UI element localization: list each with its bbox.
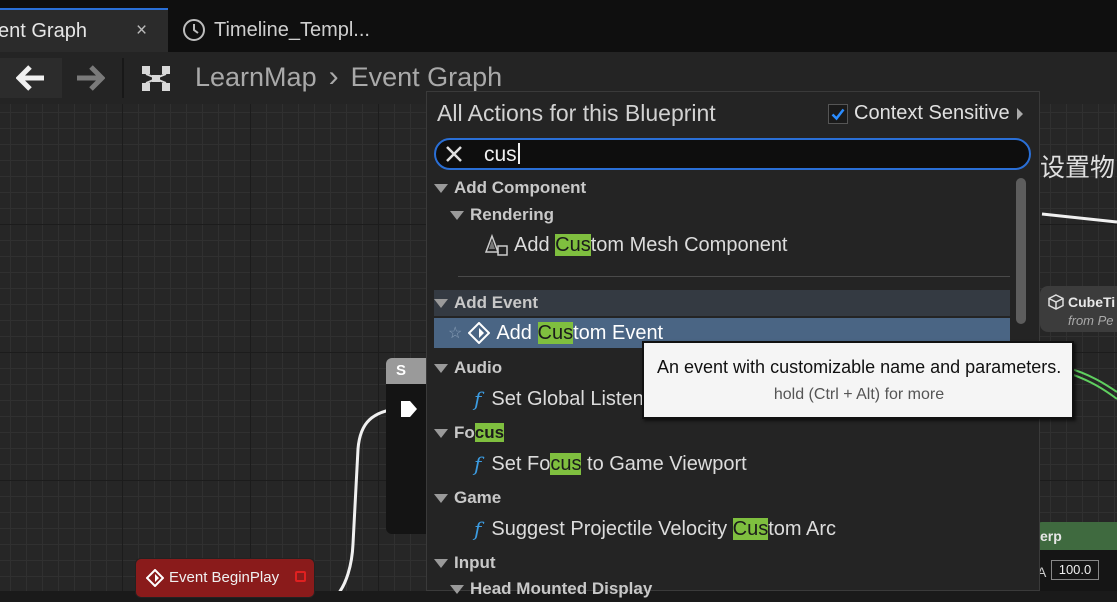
context-sensitive-label: Context Sensitive — [854, 102, 1010, 124]
category-label: Input — [454, 553, 496, 572]
toolbar-divider — [122, 58, 124, 98]
clear-search-icon[interactable] — [445, 145, 463, 163]
item-label: Add Custom Mesh Component — [514, 233, 788, 256]
expand-triangle-icon — [450, 210, 464, 220]
subcategory-rendering[interactable]: Rendering — [434, 202, 1026, 228]
expand-triangle-icon — [434, 428, 448, 438]
context-sensitive-toggle[interactable]: Context Sensitive — [828, 102, 1024, 125]
hierarchy-icon — [142, 66, 170, 91]
category-input[interactable]: Input — [434, 550, 1010, 576]
category-label: Rendering — [470, 205, 555, 224]
expand-triangle-icon — [434, 493, 448, 503]
cube-node[interactable]: CubeTi from Pe — [1040, 286, 1117, 332]
tooltip: An event with customizable name and para… — [642, 341, 1074, 419]
category-label: Audio — [454, 358, 503, 377]
list-item[interactable]: Add Custom Mesh Component — [434, 232, 1060, 258]
list-item[interactable]: f Suggest Projectile Velocity Custom Arc — [434, 516, 1050, 542]
tab-label: ent Graph — [0, 20, 87, 42]
separator — [458, 276, 1010, 277]
function-icon: f — [474, 452, 482, 476]
event-icon — [146, 569, 164, 587]
lerp-node-body: A 100.0 — [1036, 550, 1117, 591]
item-label: Set Focus to Game Viewport — [491, 452, 747, 475]
category-game[interactable]: Game — [434, 485, 1010, 511]
search-input[interactable]: cus — [434, 138, 1031, 170]
function-icon: f — [474, 517, 482, 541]
breadcrumb-event-graph[interactable]: Event Graph — [351, 62, 503, 93]
function-icon: f — [474, 387, 482, 411]
breadcrumb-learnmap[interactable]: LearnMap — [195, 62, 317, 93]
expand-triangle-icon — [434, 558, 448, 568]
node-title: S — [396, 362, 407, 379]
node-subtitle: from Pe — [1068, 313, 1114, 328]
search-value: cus — [484, 143, 520, 167]
category-label: Game — [454, 488, 502, 507]
clock-icon — [183, 19, 205, 41]
delegate-pin-icon[interactable] — [295, 571, 306, 582]
star-icon[interactable]: ☆ — [448, 323, 462, 343]
category-label: Add Event — [454, 293, 539, 312]
subcategory-head-mounted-display[interactable]: Head Mounted Display — [434, 576, 1026, 602]
category-add-component[interactable]: Add Component — [434, 175, 1010, 201]
check-icon — [831, 108, 845, 120]
checkbox[interactable] — [828, 103, 848, 124]
item-label: Add Custom Event — [496, 321, 664, 344]
a-value-input[interactable]: 100.0 — [1051, 560, 1099, 580]
exec-pin-icon[interactable] — [400, 400, 418, 418]
tab-bar: ent Graph × Timeline_Templ... — [0, 0, 1117, 52]
caret-right-icon — [1016, 107, 1023, 120]
category-focus[interactable]: Focus — [434, 420, 1010, 446]
category-label: Focus — [454, 423, 505, 442]
expand-triangle-icon — [434, 298, 448, 308]
cube-icon — [1048, 294, 1064, 310]
back-button[interactable] — [0, 58, 62, 98]
chevron-right-icon: › — [328, 60, 339, 93]
tab-timeline-template[interactable]: Timeline_Templ... — [182, 14, 370, 46]
arrow-right-icon — [77, 65, 105, 91]
arrow-left-icon — [16, 65, 44, 91]
item-label: Suggest Projectile Velocity Custom Arc — [491, 517, 837, 540]
expand-triangle-icon — [434, 183, 448, 193]
mesh-component-icon — [484, 234, 508, 256]
expand-triangle-icon — [434, 363, 448, 373]
category-label: Head Mounted Display — [470, 579, 653, 598]
expand-triangle-icon — [450, 584, 464, 594]
menu-title: All Actions for this Blueprint — [437, 100, 716, 126]
node-title: Event BeginPlay — [169, 569, 280, 586]
event-beginplay-node[interactable]: Event BeginPlay — [135, 558, 315, 598]
node-title-partial: 设置物 — [1040, 154, 1116, 182]
tab-label: Timeline_Templ... — [214, 18, 370, 41]
list-item[interactable]: f Set Focus to Game Viewport — [434, 451, 1050, 477]
hierarchy-button[interactable] — [136, 58, 176, 98]
tab-event-graph[interactable]: ent Graph × — [0, 8, 168, 52]
forward-button[interactable] — [72, 58, 108, 98]
tooltip-text: An event with customizable name and para… — [657, 357, 1062, 377]
breadcrumb: LearnMap › Event Graph — [195, 60, 502, 94]
category-add-event[interactable]: Add Event — [434, 290, 1010, 316]
tooltip-hint: hold (Ctrl + Alt) for more — [773, 386, 945, 403]
category-label: Add Component — [454, 178, 587, 197]
event-icon — [468, 322, 491, 344]
text-caret — [517, 143, 520, 164]
node-title: CubeTi — [1068, 294, 1116, 310]
close-tab-icon[interactable]: × — [136, 20, 147, 42]
scrollbar-thumb[interactable] — [1016, 178, 1026, 324]
